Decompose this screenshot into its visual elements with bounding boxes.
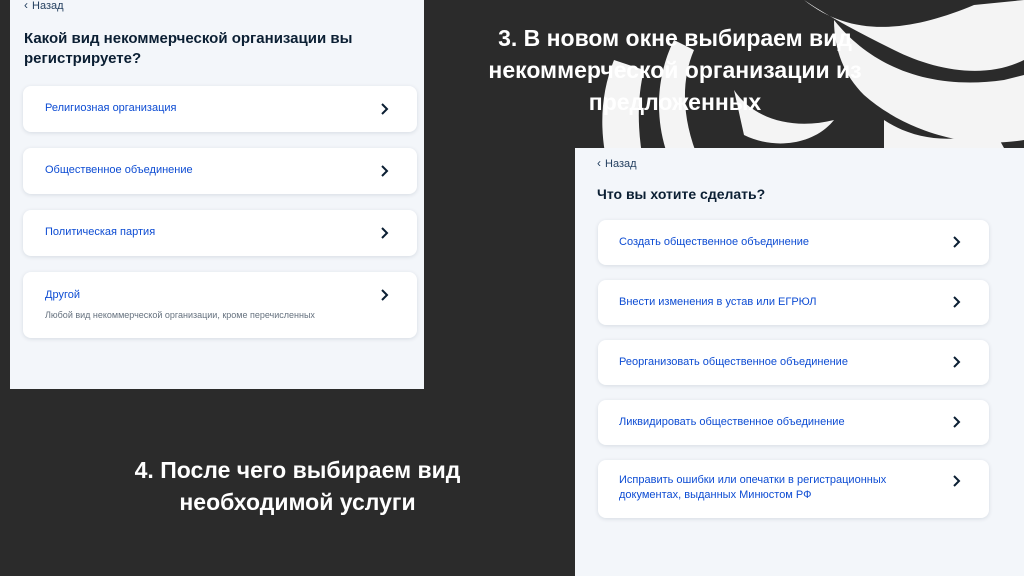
chevron-right-icon: [953, 356, 961, 368]
chevron-right-icon: [953, 236, 961, 248]
option-card-liquidate[interactable]: Ликвидировать общественное объединение: [598, 400, 989, 445]
option-label: Политическая партия: [45, 226, 156, 238]
option-card-public[interactable]: Общественное объединение: [23, 148, 417, 194]
page-title: Какой вид некоммерческой организации вы …: [24, 30, 353, 67]
chevron-right-icon: [381, 103, 389, 115]
option-card-party[interactable]: Политическая партия: [23, 210, 417, 256]
chevron-right-icon: [953, 296, 961, 308]
chevron-right-icon: [381, 227, 389, 239]
option-card-fix-errors[interactable]: Исправить ошибки или опечатки в регистра…: [598, 460, 989, 518]
option-label: Религиозная организация: [45, 102, 177, 114]
chevron-left-icon: ‹: [24, 0, 28, 12]
option-card-create[interactable]: Создать общественное объединение: [598, 220, 989, 265]
option-description: Любой вид некоммерческой организации, кр…: [45, 310, 315, 320]
option-card-religious[interactable]: Религиозная организация: [23, 86, 417, 132]
chevron-right-icon: [953, 475, 961, 487]
back-link[interactable]: ‹ Назад: [24, 0, 64, 12]
back-label: Назад: [32, 0, 64, 12]
chevron-left-icon: ‹: [597, 156, 601, 170]
chevron-right-icon: [381, 289, 389, 301]
option-label: Другой: [45, 289, 80, 301]
option-label: Общественное объединение: [45, 164, 193, 176]
service-type-panel: ‹ Назад Что вы хотите сделать? Создать об…: [575, 148, 1024, 576]
option-card-amend[interactable]: Внести изменения в устав или ЕГРЮЛ: [598, 280, 989, 325]
option-label: Реорганизовать общественное объединение: [619, 356, 848, 368]
step-3-caption: 3. В новом окне выбираем вид некоммерчес…: [488, 25, 862, 115]
chevron-right-icon: [381, 165, 389, 177]
option-card-reorganize[interactable]: Реорганизовать общественное объединение: [598, 340, 989, 385]
option-label: Создать общественное объединение: [619, 236, 810, 248]
page-title: Что вы хотите сделать?: [597, 186, 766, 202]
option-label: Исправить ошибки или опечатки в регистра…: [619, 474, 887, 501]
option-card-other[interactable]: Другой Любой вид некоммерческой организа…: [23, 272, 417, 338]
back-link[interactable]: ‹ Назад: [597, 156, 637, 170]
org-type-panel: ‹ Назад Какой вид некоммерческой организа…: [10, 0, 424, 389]
chevron-right-icon: [953, 416, 961, 428]
option-label: Внести изменения в устав или ЕГРЮЛ: [619, 296, 817, 308]
back-label: Назад: [605, 158, 637, 170]
option-label: Ликвидировать общественное объединение: [619, 416, 845, 428]
step-4-caption: 4. После чего выбираем вид необходимой у…: [134, 457, 461, 515]
